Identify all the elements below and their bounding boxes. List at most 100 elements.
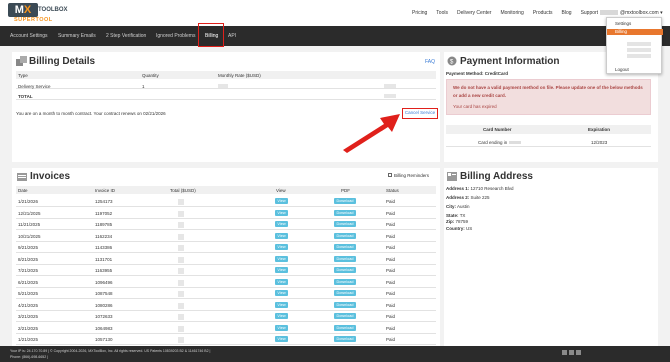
col-quantity: Quantity — [142, 73, 159, 78]
view-invoice-button[interactable]: View — [275, 209, 288, 216]
invoice-total-redacted — [178, 314, 184, 320]
billing-reminders-label: Billing Reminders — [394, 173, 430, 178]
view-invoice-button[interactable]: View — [275, 290, 288, 296]
row-divider — [16, 240, 436, 242]
facebook-icon[interactable] — [562, 350, 567, 355]
mxtoolbox-logo[interactable]: MX TOOLBOX SUPERTOOL — [8, 3, 68, 23]
invoice-status: Paid — [386, 291, 396, 296]
logo-subtitle: SUPERTOOL — [14, 17, 53, 23]
view-invoice-button[interactable]: View — [275, 267, 288, 273]
row-divider — [16, 263, 436, 265]
nav-blog[interactable]: Blog — [562, 10, 572, 16]
tab-summary-emails[interactable]: Summary Emails — [58, 33, 96, 39]
row-divider — [16, 309, 436, 311]
view-invoice-button[interactable]: View — [275, 232, 288, 239]
invoice-date: 2/21/2025 — [18, 325, 39, 331]
view-invoice-button[interactable]: View — [275, 313, 288, 319]
invoice-date: 3/21/2025 — [18, 314, 39, 319]
menu-settings[interactable]: Settings — [607, 21, 663, 26]
menu-logout[interactable]: Logout — [607, 67, 663, 72]
download-invoice-button[interactable]: Download — [334, 336, 356, 342]
payment-method: Payment Method: CreditCard — [446, 71, 509, 76]
view-invoice-button[interactable]: View — [275, 198, 288, 204]
address-line-2: Address 2: Suite 225 — [446, 195, 490, 200]
account-menu-toggle[interactable]: @mxtoolbox.com ▾ — [600, 10, 663, 16]
invoice-total-redacted — [178, 337, 184, 343]
view-invoice-button[interactable]: View — [275, 244, 288, 250]
view-invoice-button[interactable]: View — [275, 221, 288, 227]
linkedin-icon[interactable] — [576, 350, 581, 355]
download-invoice-button[interactable]: Download — [334, 244, 356, 250]
invoice-total-redacted — [178, 291, 184, 297]
invoice-id: 1057130 — [95, 337, 113, 342]
cancel-service-button[interactable]: Cancel Service — [402, 108, 438, 119]
row-divider — [16, 286, 436, 288]
billing-details-title: Billing Details — [29, 56, 96, 67]
nav-products[interactable]: Products — [533, 10, 553, 16]
card-expiration: 12/2023 — [591, 140, 608, 145]
footer: Your IP is: 24.170.70.89 | © Copyright 2… — [0, 346, 670, 362]
tab-2-step-verification[interactable]: 2 Step Verification — [106, 33, 146, 39]
invoice-status: Paid — [386, 256, 396, 262]
download-invoice-button[interactable]: Download — [334, 221, 356, 227]
view-invoice-button[interactable]: View — [275, 278, 288, 285]
tab-api[interactable]: API — [228, 33, 236, 39]
download-invoice-button[interactable]: Download — [334, 255, 356, 262]
payment-icon: $ — [447, 56, 457, 66]
download-invoice-button[interactable]: Download — [334, 290, 356, 296]
nav-tools[interactable]: Tools — [436, 10, 448, 16]
download-invoice-button[interactable]: Download — [334, 324, 356, 331]
row-divider — [16, 344, 436, 345]
invoice-date: 4/21/2025 — [18, 302, 39, 308]
tab-ignored-problems[interactable]: Ignored Problems — [156, 33, 195, 39]
col-pdf: PDF — [341, 188, 350, 193]
tab-account-settings[interactable]: Account Settings — [10, 33, 48, 39]
faq-link[interactable]: FAQ — [425, 59, 435, 65]
account-subnav: Account Settings Summary Emails 2 Step V… — [0, 26, 670, 46]
billing-reminders-checkbox[interactable] — [388, 173, 392, 177]
col-card-number: Card Number — [483, 127, 512, 132]
download-invoice-button[interactable]: Download — [334, 198, 356, 204]
col-date: Date — [18, 188, 28, 193]
invoice-id: 1254173 — [95, 199, 113, 204]
view-invoice-button[interactable]: View — [275, 324, 288, 331]
row-divider — [16, 275, 436, 276]
invoice-status: Paid — [386, 233, 396, 239]
nav-monitoring[interactable]: Monitoring — [500, 10, 523, 16]
address-zip: Zip: 78759 — [446, 219, 469, 224]
footer-line-1: Your IP is: 24.170.70.89 | © Copyright 2… — [10, 349, 211, 353]
invoice-id: 1189785 — [95, 222, 113, 227]
payment-alert: We do not have a valid payment method on… — [446, 79, 651, 115]
invoice-status: Paid — [386, 302, 396, 308]
view-invoice-button[interactable]: View — [275, 301, 288, 308]
address-card-icon — [447, 172, 457, 181]
download-invoice-button[interactable]: Download — [334, 278, 356, 285]
invoice-status: Paid — [386, 325, 396, 331]
invoice-date: 1/21/2026 — [18, 199, 39, 204]
view-invoice-button[interactable]: View — [275, 336, 288, 342]
invoice-total-redacted — [178, 325, 184, 332]
menu-billing[interactable]: Billing — [607, 29, 663, 35]
download-invoice-button[interactable]: Download — [334, 209, 356, 216]
download-invoice-button[interactable]: Download — [334, 267, 356, 273]
invoice-status: Paid — [386, 314, 396, 319]
row-divider — [16, 229, 436, 230]
payment-info-title: Payment Information — [460, 56, 560, 67]
account-dropdown-menu: Settings Billing Logout — [606, 17, 663, 74]
download-invoice-button[interactable]: Download — [334, 301, 356, 308]
invoice-id: 1131701 — [95, 256, 113, 262]
row-divider — [16, 252, 436, 253]
nav-support[interactable]: Support — [581, 10, 599, 16]
nav-delivery-center[interactable]: Delivery Center — [457, 10, 491, 16]
nav-pricing[interactable]: Pricing — [412, 10, 427, 16]
col-invoice-id: Invoice ID — [95, 188, 116, 193]
col-monthly-rate: Monthly Rate ($USD) — [218, 73, 261, 78]
invoice-total-redacted — [178, 210, 184, 217]
invoice-status: Paid — [386, 268, 396, 273]
col-type: Type — [18, 73, 28, 78]
twitter-icon[interactable] — [569, 350, 574, 355]
invoice-date: 9/21/2025 — [18, 245, 39, 250]
view-invoice-button[interactable]: View — [275, 255, 288, 262]
download-invoice-button[interactable]: Download — [334, 313, 356, 319]
download-invoice-button[interactable]: Download — [334, 232, 356, 239]
